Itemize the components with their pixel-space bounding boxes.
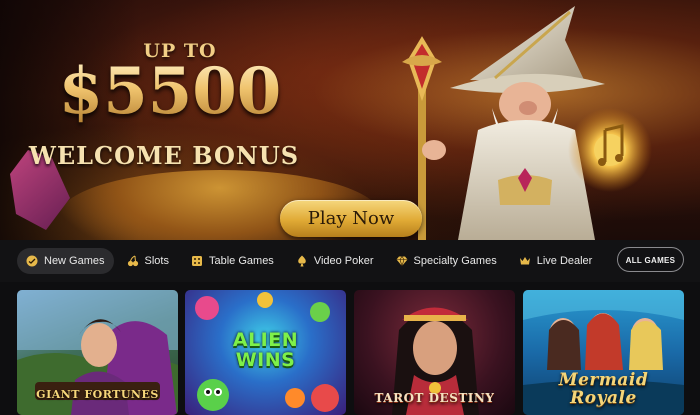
bonus-label: WELCOME BONUS [28,141,300,170]
diamond-icon [396,255,408,267]
game-tile-alien-wins[interactable]: ALIEN WINS [185,290,346,415]
nav-item-label: Video Poker [313,255,374,267]
nav-item-new-games[interactable]: New Games [17,248,114,274]
game-tile-mermaid-royale[interactable]: Mermaid Royale [523,290,684,415]
game-tile-tarot-destiny[interactable]: TAROT DESTINY [354,290,515,415]
game-title: TAROT DESTINY [374,391,495,405]
nav-item-table-games[interactable]: Table Games [182,248,283,274]
game-tiles-row: GIANT FORTUNES ALIEN WINS TAROT DESTINY … [17,290,685,415]
game-category-nav: New Games Slots Table Games Video Poker … [0,240,700,282]
casino-page: UP TO $5500 WELCOME BONUS Play Now New G… [0,0,700,415]
welcome-bonus-banner: UP TO $5500 WELCOME BONUS Play Now [0,0,700,260]
wizard-illustration [402,6,652,240]
nav-item-specialty-games[interactable]: Specialty Games [387,248,506,274]
all-games-button[interactable]: ALL GAMES [617,247,684,272]
game-title: ALIEN WINS [232,329,299,371]
play-now-button[interactable]: Play Now [280,200,422,237]
nav-item-video-poker[interactable]: Video Poker [287,248,383,274]
nav-item-slots[interactable]: Slots [118,248,178,274]
cherries-icon [127,255,138,267]
nav-item-label: Table Games [209,255,274,267]
nav-item-live-dealer[interactable]: Live Dealer [510,248,602,274]
nav-item-label: Slots [144,255,169,267]
game-title: Mermaid Royale [558,370,649,408]
game-tile-giant-fortunes[interactable]: GIANT FORTUNES [17,290,178,415]
new-games-icon [26,255,38,267]
game-title: GIANT FORTUNES [36,388,159,401]
bonus-amount: $5500 [40,56,300,128]
nav-item-label: New Games [44,255,105,267]
spade-icon [297,255,306,267]
nav-item-label: Specialty Games [413,255,497,267]
nav-item-label: Live Dealer [536,255,593,267]
live-dealer-icon [519,257,530,265]
table-games-icon [192,256,202,266]
